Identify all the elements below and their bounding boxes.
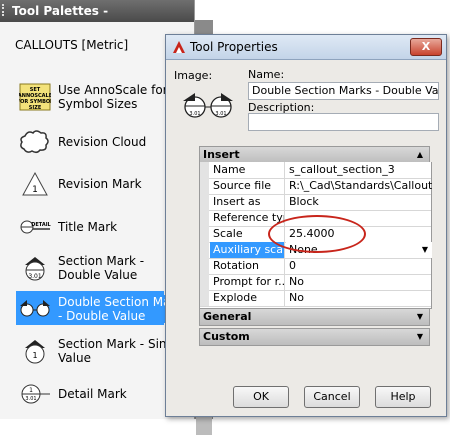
section-general[interactable]: General ▼ (199, 308, 430, 326)
section-mark-single-icon: 1 (25, 340, 45, 364)
property-key: Insert as (210, 194, 285, 210)
svg-text:1: 1 (32, 185, 38, 195)
property-key: Source file (210, 178, 285, 194)
property-value[interactable]: No (286, 290, 432, 306)
section-custom[interactable]: Custom ▼ (199, 328, 430, 346)
property-key: Auxiliary scale (210, 242, 285, 258)
property-key: Prompt for r... (210, 274, 285, 290)
svg-text:DETAIL: DETAIL (31, 222, 51, 228)
property-value[interactable]: No (286, 274, 432, 290)
title-mark-icon: DETAIL (20, 220, 51, 234)
description-field[interactable] (248, 113, 439, 131)
palette-title-bar[interactable]: Tool Palettes - (0, 0, 194, 22)
svg-text:SIZE: SIZE (29, 105, 42, 111)
revision-mark-icon: 1 (22, 171, 48, 196)
name-label: Name: (248, 68, 285, 81)
section-general-label: General (203, 310, 252, 323)
cancel-button[interactable]: Cancel (304, 386, 360, 408)
property-key: Name (210, 162, 285, 178)
property-key: Explode (210, 290, 285, 306)
property-value[interactable]: 0 (286, 258, 432, 274)
collapse-icon: ▲ (416, 150, 423, 159)
dropdown-arrow-icon[interactable]: ▼ (422, 242, 428, 258)
grip-icon[interactable] (2, 4, 10, 16)
section-custom-label: Custom (203, 330, 250, 343)
expand-icon: ▼ (416, 312, 423, 321)
palette-tab-header: CALLOUTS [Metric] (15, 38, 129, 52)
property-value[interactable]: s_callout_section_3 (286, 162, 432, 178)
property-row[interactable]: Rotation 0 (200, 258, 431, 275)
section-insert-label: Insert (203, 148, 240, 161)
preview-icon-text: 3.01 (215, 111, 226, 117)
property-row[interactable]: Name s_callout_section_3 (200, 162, 431, 179)
image-label: Image: (174, 69, 213, 82)
palette-title: Tool Palettes - (12, 4, 109, 18)
close-button[interactable]: X (410, 38, 442, 56)
ok-button[interactable]: OK (233, 386, 289, 408)
preview-icon-text: 3.01 (189, 111, 200, 117)
property-row[interactable]: Insert as Block (200, 194, 431, 211)
svg-text:1: 1 (32, 351, 37, 360)
property-row[interactable]: Prompt for r... No (200, 274, 431, 291)
property-value[interactable]: Block (286, 194, 432, 210)
revision-cloud-icon (20, 130, 49, 154)
expand-icon: ▼ (416, 332, 423, 341)
svg-text:3.01: 3.01 (28, 273, 42, 280)
help-button[interactable]: Help (375, 386, 431, 408)
annoscale-icon: SET ANNOSCALE FOR SYMBOL SIZE (19, 83, 51, 111)
autocad-icon (173, 41, 185, 53)
section-mark-double-icon: 3.01 (25, 257, 45, 281)
highlight-circle-annotation (268, 215, 366, 253)
property-row[interactable]: Source fileR:\_Cad\Standards\Callouts\20… (200, 178, 432, 195)
name-field[interactable]: Double Section Marks - Double Value (248, 82, 439, 100)
svg-text:3.01: 3.01 (25, 396, 36, 402)
svg-text:1: 1 (29, 387, 33, 394)
property-value[interactable]: R:\_Cad\Standards\Callouts\20... (286, 178, 432, 194)
tool-preview-icon: 3.01 3.01 (183, 93, 233, 118)
dialog-title-bar[interactable]: Tool Properties X (166, 35, 446, 60)
property-key: Rotation (210, 258, 285, 274)
dialog-title: Tool Properties (190, 40, 278, 54)
detail-mark-icon: 1 3.01 (21, 384, 50, 404)
double-section-mark-icon (20, 300, 50, 317)
property-row[interactable]: Explode No (200, 290, 431, 307)
